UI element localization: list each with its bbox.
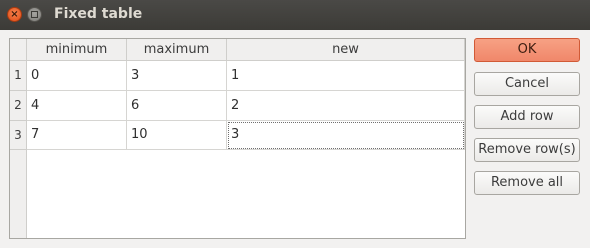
table-cell[interactable]: 10: [127, 121, 227, 150]
table-cell[interactable]: 1: [227, 61, 465, 91]
table-cell[interactable]: 3: [127, 61, 227, 91]
close-icon[interactable]: ×: [7, 7, 22, 22]
title-bar: × Fixed table: [0, 0, 590, 30]
table-corner[interactable]: [10, 39, 27, 61]
table-cell[interactable]: 2: [227, 91, 465, 121]
row-header-3[interactable]: 3: [10, 121, 27, 150]
row-header-1[interactable]: 1: [10, 61, 27, 91]
column-header-new[interactable]: new: [227, 39, 465, 61]
table-cell[interactable]: 7: [27, 121, 127, 150]
window-title: Fixed table: [54, 6, 143, 22]
cancel-button[interactable]: Cancel: [474, 72, 580, 96]
remove-all-button[interactable]: Remove all: [474, 171, 580, 195]
table-cell[interactable]: 6: [127, 91, 227, 121]
row-header-2[interactable]: 2: [10, 91, 27, 121]
ok-button[interactable]: OK: [474, 38, 580, 62]
add-row-button[interactable]: Add row: [474, 105, 580, 129]
table-cell[interactable]: 0: [27, 61, 127, 91]
column-header-maximum[interactable]: maximum: [127, 39, 227, 61]
table-cell-focused[interactable]: 3: [227, 121, 465, 150]
table-cell[interactable]: 4: [27, 91, 127, 121]
remove-rows-button[interactable]: Remove row(s): [474, 138, 580, 162]
fixed-table[interactable]: minimum maximum new 1 2 3 0 3 1 4 6 2 7 …: [9, 38, 466, 239]
maximize-icon[interactable]: [27, 7, 42, 22]
column-header-minimum[interactable]: minimum: [27, 39, 127, 61]
row-header-filler: [10, 150, 27, 238]
